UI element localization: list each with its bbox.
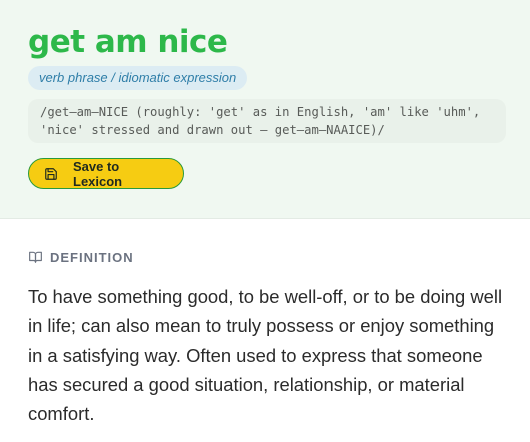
entry-header: get am nice verb phrase / idiomatic expr… <box>0 0 530 219</box>
part-of-speech-badge: verb phrase / idiomatic expression <box>28 66 248 90</box>
pronunciation-box: /get–am–NICE (roughly: 'get' as in Engli… <box>28 99 506 143</box>
open-book-icon <box>28 250 43 264</box>
definition-section: DEFINITION To have something good, to be… <box>0 219 530 428</box>
save-to-lexicon-button[interactable]: Save to Lexicon <box>28 158 184 189</box>
definition-label: DEFINITION <box>50 249 134 265</box>
definition-text: To have something good, to be well-off, … <box>28 286 503 425</box>
floppy-disk-icon <box>44 167 58 181</box>
save-button-label: Save to Lexicon <box>73 158 123 189</box>
definition-heading: DEFINITION <box>28 249 510 265</box>
entry-word: get am nice <box>28 24 228 60</box>
